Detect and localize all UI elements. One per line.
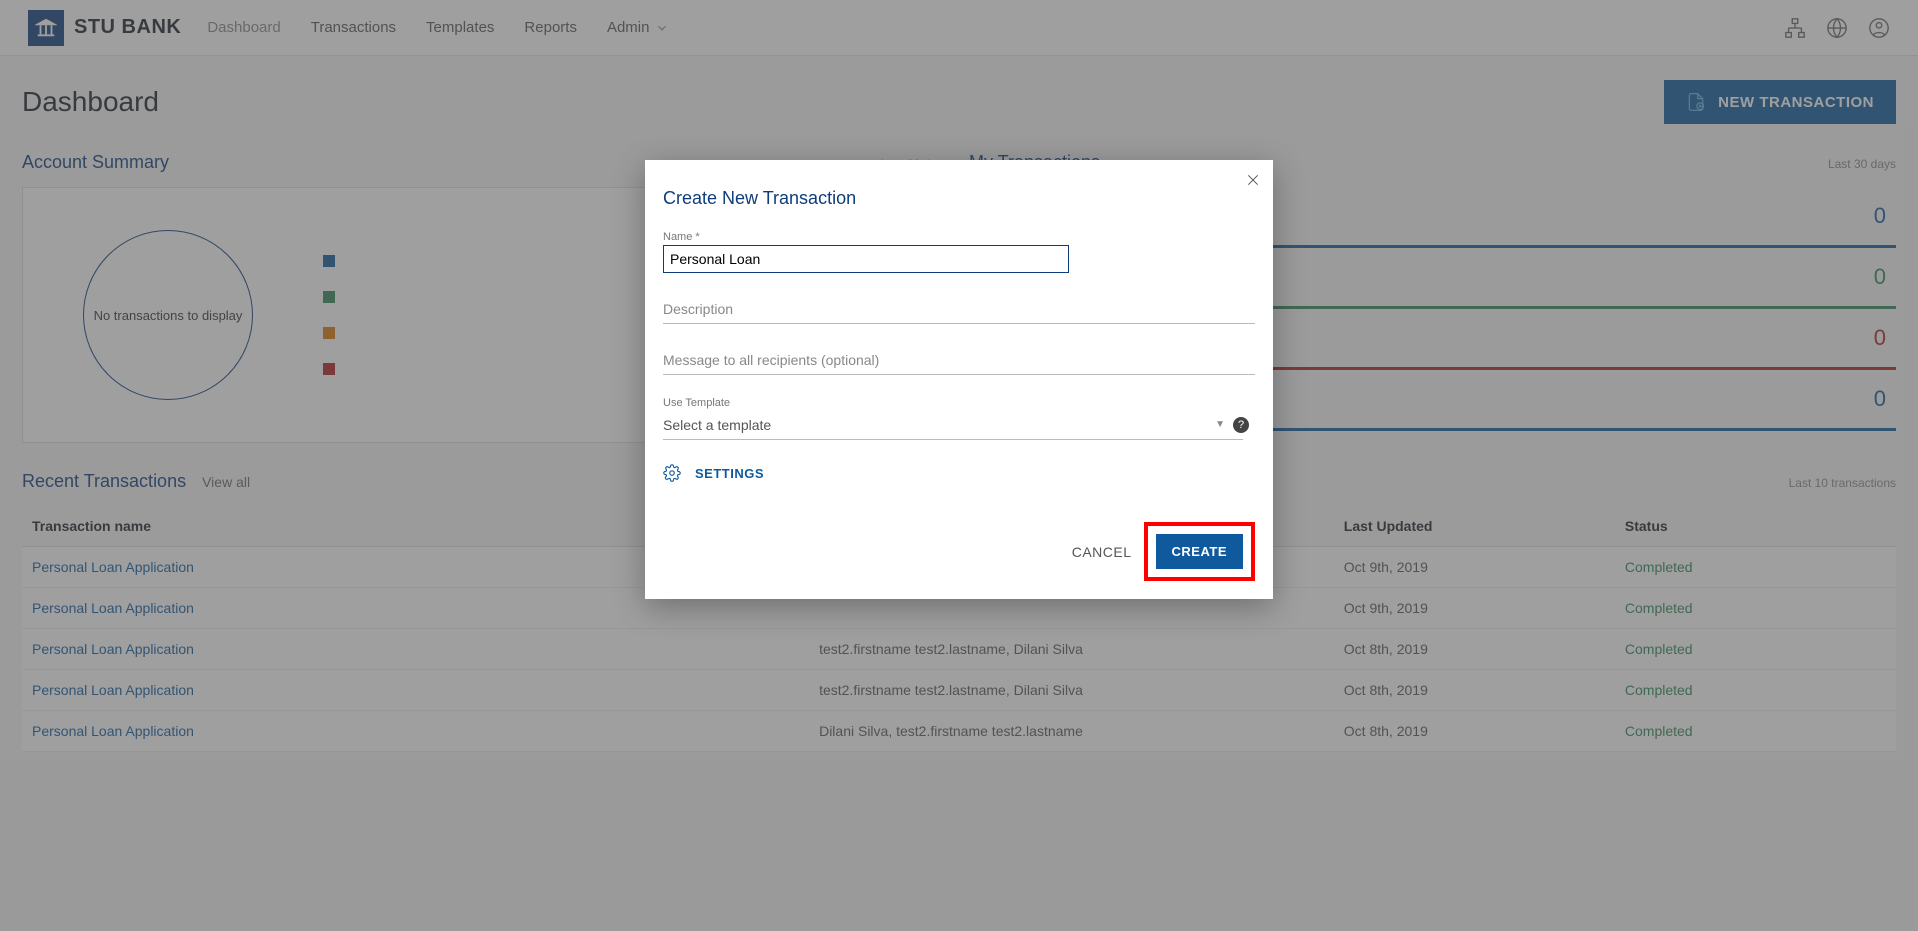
create-transaction-modal: Create New Transaction Name * Use Templa… — [645, 160, 1273, 599]
name-input[interactable] — [663, 245, 1069, 273]
create-button[interactable]: CREATE — [1156, 534, 1243, 569]
template-select[interactable]: Select a template — [663, 411, 1243, 440]
use-template-label: Use Template — [663, 397, 1255, 409]
settings-toggle[interactable]: SETTINGS — [663, 464, 1255, 482]
description-input[interactable] — [663, 295, 1255, 324]
name-label: Name * — [663, 231, 1255, 243]
help-icon[interactable]: ? — [1233, 417, 1249, 433]
modal-title: Create New Transaction — [663, 188, 1255, 209]
gear-icon — [663, 464, 681, 482]
cancel-button[interactable]: CANCEL — [1072, 544, 1132, 560]
message-input[interactable] — [663, 346, 1255, 375]
modal-overlay: Create New Transaction Name * Use Templa… — [0, 0, 1918, 931]
caret-down-icon: ▼ — [1215, 419, 1225, 430]
close-icon[interactable] — [1241, 168, 1265, 192]
create-highlight: CREATE — [1144, 522, 1255, 581]
